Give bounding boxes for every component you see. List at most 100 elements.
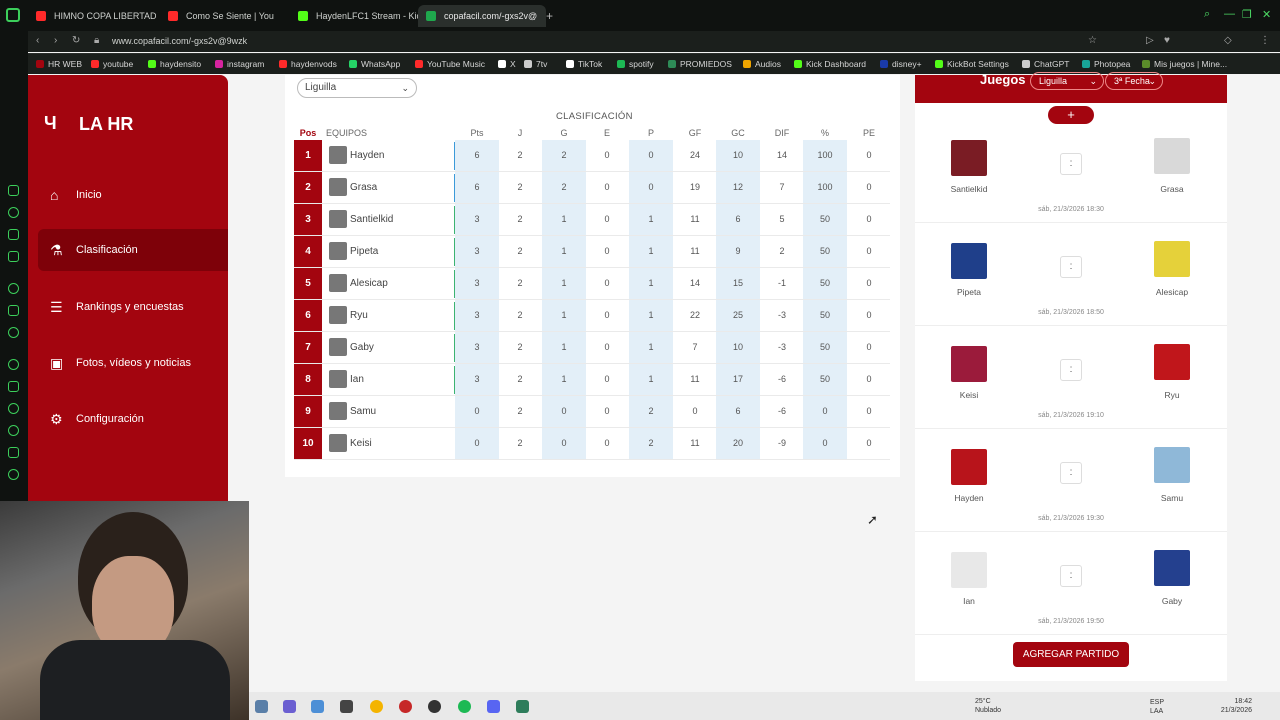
team-name[interactable]: Hayden: [350, 140, 384, 171]
bookmark-item[interactable]: youtube: [91, 59, 133, 69]
bookmark-item[interactable]: Mis juegos | Mine...: [1142, 59, 1227, 69]
sidebar-app-icon[interactable]: [8, 381, 19, 392]
bookmark-item[interactable]: WhatsApp: [349, 59, 400, 69]
language-indicator[interactable]: ESP LAA: [1150, 698, 1164, 716]
bookmark-item[interactable]: Kick Dashboard: [794, 59, 866, 69]
team-name[interactable]: Ryu: [350, 300, 368, 331]
sidebar-item-inicio[interactable]: ⌂ Inicio: [38, 174, 228, 216]
team-name[interactable]: Ian: [350, 364, 364, 395]
bookmark-item[interactable]: YouTube Music: [415, 59, 485, 69]
sidebar-item-configuracion[interactable]: ⚙ Configuración: [38, 398, 228, 440]
obs-icon[interactable]: [428, 700, 441, 713]
bookmark-item[interactable]: PROMIEDOS: [668, 59, 732, 69]
score-input[interactable]: :: [1060, 359, 1082, 381]
taskbar-app-icon[interactable]: [311, 700, 324, 713]
team-name[interactable]: Alesicap: [350, 268, 388, 299]
sidebar-item-rankings[interactable]: ☰ Rankings y encuestas: [38, 286, 228, 328]
header-e[interactable]: E: [585, 128, 629, 138]
close-icon[interactable]: ✕: [1262, 8, 1271, 21]
table-row[interactable]: 1 Hayden 6 2 2 0 0 24 10 14 100 0: [294, 140, 890, 172]
weather-widget[interactable]: 25°C Nublado: [975, 697, 1001, 715]
chrome-icon[interactable]: [370, 700, 383, 713]
score-input[interactable]: :: [1060, 153, 1082, 175]
sidebar-app-icon[interactable]: [8, 251, 19, 262]
search-icon[interactable]: ⌕: [1204, 8, 1210, 21]
table-row[interactable]: 8 Ian 3 2 1 0 1 11 17 -6 50 0: [294, 364, 890, 396]
bookmark-item[interactable]: Photopea: [1082, 59, 1130, 69]
maximize-icon[interactable]: ❐: [1242, 8, 1252, 21]
taskbar-app-icon[interactable]: [516, 700, 529, 713]
back-icon[interactable]: ‹: [36, 35, 39, 46]
sidebar-app-icon[interactable]: [8, 229, 19, 240]
minimize-icon[interactable]: —: [1224, 8, 1235, 20]
taskbar-clock[interactable]: 18:42 21/3/2026: [1212, 697, 1252, 715]
table-row[interactable]: 6 Ryu 3 2 1 0 1 22 25 -3 50 0: [294, 300, 890, 332]
games-round-select[interactable]: 3ª Fecha ⌄: [1105, 72, 1163, 90]
sidebar-app-icon[interactable]: [8, 425, 19, 436]
opera-icon[interactable]: [399, 700, 412, 713]
header-teams[interactable]: EQUIPOS: [326, 128, 367, 138]
address-bar[interactable]: www.copafacil.com/-gxs2v@9wzk: [112, 36, 247, 46]
taskbar-app-icon[interactable]: [283, 700, 296, 713]
team-name[interactable]: Keisi: [350, 428, 372, 459]
discord-icon[interactable]: [487, 700, 500, 713]
score-input[interactable]: :: [1060, 462, 1082, 484]
heart-icon[interactable]: ♥: [1164, 35, 1170, 46]
sidebar-app-icon[interactable]: [8, 283, 19, 294]
sidebar-app-icon[interactable]: [8, 327, 19, 338]
bookmark-item[interactable]: KickBot Settings: [935, 59, 1009, 69]
games-phase-select[interactable]: Liguilla ⌄: [1030, 72, 1104, 90]
bookmark-item[interactable]: 7tv: [524, 59, 547, 69]
header-dif[interactable]: DIF: [760, 128, 804, 138]
team-name[interactable]: Samu: [350, 396, 376, 427]
table-row[interactable]: 3 Santielkid 3 2 1 0 1 11 6 5 50 0: [294, 204, 890, 236]
play-icon[interactable]: ▷: [1146, 35, 1154, 46]
table-row[interactable]: 7 Gaby 3 2 1 0 1 7 10 -3 50 0: [294, 332, 890, 364]
spotify-icon[interactable]: [458, 700, 471, 713]
browser-tab[interactable]: HaydenLFC1 Stream - Kic: [290, 5, 418, 27]
bookmark-item[interactable]: spotify: [617, 59, 654, 69]
sidebar-item-media[interactable]: ▣ Fotos, vídeos y noticias: [38, 342, 228, 384]
sidebar-app-icon[interactable]: [8, 359, 19, 370]
sidebar-app-icon[interactable]: [8, 447, 19, 458]
reload-icon[interactable]: ↻: [72, 35, 80, 46]
sidebar-app-icon[interactable]: [8, 305, 19, 316]
bookmark-item[interactable]: Audios: [743, 59, 781, 69]
sidebar-app-icon[interactable]: [8, 185, 19, 196]
team-name[interactable]: Grasa: [350, 172, 377, 203]
table-row[interactable]: 10 Keisi 0 2 0 0 2 11 20 -9 0 0: [294, 428, 890, 460]
sidebar-app-icon[interactable]: [8, 469, 19, 480]
table-row[interactable]: 4 Pipeta 3 2 1 0 1 11 9 2 50 0: [294, 236, 890, 268]
forward-icon[interactable]: ›: [54, 35, 57, 46]
extensions-icon[interactable]: ◇: [1224, 35, 1232, 46]
sidebar-item-clasificacion[interactable]: ⚗ Clasificación: [38, 229, 228, 271]
browser-tab[interactable]: Como Se Siente | You: [160, 5, 288, 27]
header-pct[interactable]: %: [803, 128, 847, 138]
bookmark-item[interactable]: HR WEB: [36, 59, 82, 69]
taskbar-app-icon[interactable]: [255, 700, 268, 713]
header-p[interactable]: P: [629, 128, 673, 138]
sidebar-app-icon[interactable]: [8, 403, 19, 414]
bookmark-item[interactable]: disney+: [880, 59, 922, 69]
score-input[interactable]: :: [1060, 565, 1082, 587]
table-row[interactable]: 9 Samu 0 2 0 0 2 0 6 -6 0 0: [294, 396, 890, 428]
bookmark-item[interactable]: X: [498, 59, 516, 69]
header-j[interactable]: J: [498, 128, 542, 138]
header-gc[interactable]: GC: [716, 128, 760, 138]
bookmark-item[interactable]: haydensito: [148, 59, 201, 69]
header-g[interactable]: G: [542, 128, 586, 138]
bookmark-item[interactable]: haydenvods: [279, 59, 337, 69]
new-tab-icon[interactable]: +: [546, 9, 553, 23]
add-match-button[interactable]: AGREGAR PARTIDO: [1013, 642, 1129, 667]
taskbar-app-icon[interactable]: [340, 700, 353, 713]
team-name[interactable]: Gaby: [350, 332, 374, 363]
sidebar-app-icon[interactable]: [8, 207, 19, 218]
bookmark-item[interactable]: ChatGPT: [1022, 59, 1069, 69]
header-pos[interactable]: Pos: [296, 128, 320, 138]
team-name[interactable]: Pipeta: [350, 236, 378, 267]
bookmark-icon[interactable]: ☆: [1088, 35, 1097, 46]
browser-tab-active[interactable]: copafacil.com/-gxs2v@: [418, 5, 546, 27]
table-row[interactable]: 2 Grasa 6 2 2 0 0 19 12 7 100 0: [294, 172, 890, 204]
team-name[interactable]: Santielkid: [350, 204, 393, 235]
bookmark-item[interactable]: TikTok: [566, 59, 602, 69]
